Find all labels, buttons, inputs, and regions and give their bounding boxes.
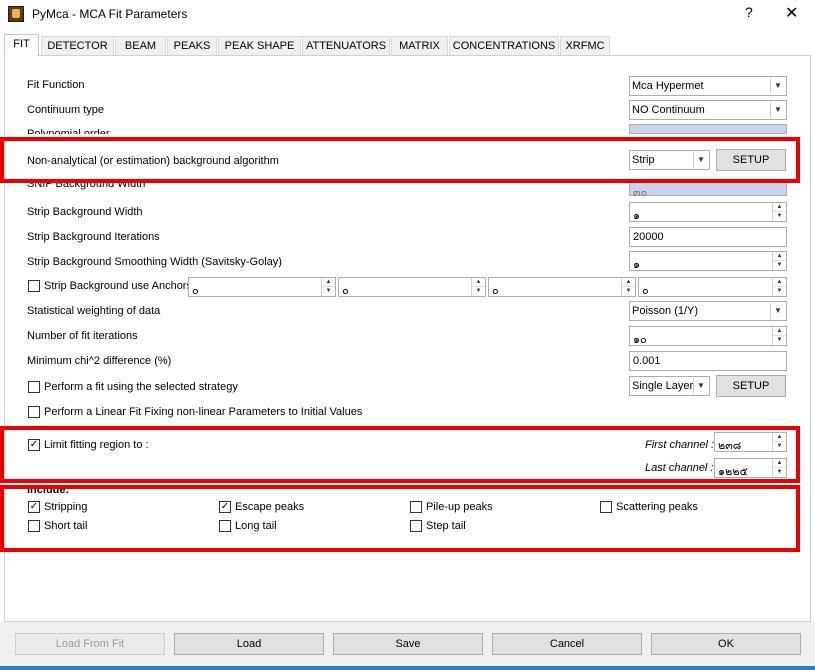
spin-down-icon[interactable]: ▼ bbox=[773, 261, 786, 270]
fit-function-label: Fit Function bbox=[27, 79, 85, 91]
cancel-button[interactable]: Cancel bbox=[492, 633, 642, 655]
button-bar: Load From Fit Load Save Cancel OK bbox=[0, 622, 815, 670]
spin-up-icon[interactable]: ▲ bbox=[773, 252, 786, 261]
strip-iterations-value: 20000 bbox=[633, 231, 664, 243]
strip-width-spinbox[interactable]: ๑ ▲ ▼ bbox=[629, 202, 787, 222]
spin-up-icon[interactable]: ▲ bbox=[773, 327, 786, 336]
pymca-app-icon bbox=[8, 6, 24, 22]
strip-iterations-input[interactable]: 20000 bbox=[629, 227, 787, 247]
spin-down-icon[interactable]: ▼ bbox=[472, 287, 485, 296]
continuum-type-value: NO Continuum bbox=[632, 104, 705, 116]
load-from-fit-button[interactable]: Load From Fit bbox=[15, 633, 165, 655]
highlight-box-limit-region bbox=[0, 426, 800, 483]
window-title: PyMca - MCA Fit Parameters bbox=[32, 7, 188, 21]
strip-iterations-label: Strip Background Iterations bbox=[27, 231, 160, 243]
weighting-combo[interactable]: Poisson (1/Y) ▼ bbox=[629, 301, 787, 321]
spin-down-icon[interactable]: ▼ bbox=[773, 212, 786, 221]
anchor-1-value: ๐ bbox=[192, 285, 199, 297]
chevron-down-icon: ▼ bbox=[770, 102, 785, 118]
tab-matrix[interactable]: MATRIX bbox=[391, 36, 448, 55]
anchor-3-value: ๐ bbox=[492, 285, 499, 297]
anchors-label: Strip Background use Anchors bbox=[44, 280, 192, 292]
strategy-checkbox[interactable] bbox=[28, 381, 40, 393]
spin-down-icon[interactable]: ▼ bbox=[773, 336, 786, 345]
strip-width-label: Strip Background Width bbox=[27, 206, 143, 218]
tab-bar: FIT DETECTOR BEAM PEAKS PEAK SHAPE ATTEN… bbox=[4, 34, 812, 56]
spin-up-icon[interactable]: ▲ bbox=[773, 278, 786, 287]
save-button[interactable]: Save bbox=[333, 633, 483, 655]
close-icon[interactable]: ✕ bbox=[785, 3, 798, 23]
anchor-2-value: ๐ bbox=[342, 285, 349, 297]
spin-up-icon[interactable]: ▲ bbox=[773, 203, 786, 212]
help-icon[interactable]: ? bbox=[745, 4, 753, 20]
anchor-2-spinbox[interactable]: ๐ ▲ ▼ bbox=[338, 277, 486, 297]
spin-down-icon[interactable]: ▼ bbox=[322, 287, 335, 296]
linear-fit-label: Perform a Linear Fit Fixing non-linear P… bbox=[44, 406, 363, 418]
load-button[interactable]: Load bbox=[174, 633, 324, 655]
strategy-label: Perform a fit using the selected strateg… bbox=[44, 381, 238, 393]
snip-width-spinbox: ๓๐ bbox=[629, 182, 787, 199]
anchor-4-value: ๐ bbox=[642, 285, 649, 297]
tab-xrfmc[interactable]: XRFMC bbox=[560, 36, 610, 55]
weighting-value: Poisson (1/Y) bbox=[632, 305, 699, 317]
strip-width-value: ๑ bbox=[633, 210, 640, 222]
strip-smoothing-spinbox[interactable]: ๑ ▲ ▼ bbox=[629, 251, 787, 271]
strategy-setup-button[interactable]: SETUP bbox=[716, 375, 786, 397]
spin-down-icon[interactable]: ▼ bbox=[773, 287, 786, 296]
spin-up-icon[interactable]: ▲ bbox=[472, 278, 485, 287]
tab-peak-shape[interactable]: PEAK SHAPE bbox=[218, 36, 301, 55]
spin-up-icon[interactable]: ▲ bbox=[322, 278, 335, 287]
strip-smoothing-label: Strip Background Smoothing Width (Savits… bbox=[27, 256, 282, 268]
strategy-value: Single Layer bbox=[632, 380, 694, 392]
polynomial-order-spinbox bbox=[629, 124, 787, 134]
tab-concentrations[interactable]: CONCENTRATIONS bbox=[449, 36, 559, 55]
polynomial-order-label: Polynomial order bbox=[27, 128, 110, 134]
highlight-box-include bbox=[0, 485, 800, 552]
snip-width-value: ๓๐ bbox=[633, 187, 648, 199]
ok-button[interactable]: OK bbox=[651, 633, 801, 655]
anchor-3-spinbox[interactable]: ๐ ▲ ▼ bbox=[488, 277, 636, 297]
fit-function-value: Mca Hypermet bbox=[632, 80, 704, 92]
strategy-combo[interactable]: Single Layer ▼ bbox=[629, 376, 710, 396]
fit-iterations-label: Number of fit iterations bbox=[27, 330, 138, 342]
fit-iterations-spinbox[interactable]: ๑๐ ▲ ▼ bbox=[629, 326, 787, 346]
highlight-box-background bbox=[0, 137, 800, 183]
anchor-4-spinbox[interactable]: ๐ ▲ ▼ bbox=[638, 277, 787, 297]
linear-fit-checkbox[interactable] bbox=[28, 406, 40, 418]
chi2-label: Minimum chi^2 difference (%) bbox=[27, 355, 172, 367]
title-bar: PyMca - MCA Fit Parameters ? ✕ bbox=[0, 0, 815, 30]
chevron-down-icon: ▼ bbox=[770, 78, 785, 94]
fit-iterations-value: ๑๐ bbox=[633, 334, 647, 346]
anchors-checkbox[interactable] bbox=[28, 280, 40, 292]
tab-beam[interactable]: BEAM bbox=[115, 36, 166, 55]
strip-smoothing-value: ๑ bbox=[633, 259, 640, 271]
anchor-1-spinbox[interactable]: ๐ ▲ ▼ bbox=[188, 277, 336, 297]
fit-function-combo[interactable]: Mca Hypermet ▼ bbox=[629, 76, 787, 96]
tab-peaks[interactable]: PEAKS bbox=[167, 36, 217, 55]
continuum-type-label: Continuum type bbox=[27, 104, 105, 116]
tab-fit[interactable]: FIT bbox=[4, 34, 39, 56]
chi2-input[interactable]: 0.001 bbox=[629, 351, 787, 371]
chevron-down-icon: ▼ bbox=[770, 303, 785, 319]
tab-detector[interactable]: DETECTOR bbox=[41, 36, 114, 55]
weighting-label: Statistical weighting of data bbox=[27, 305, 161, 317]
chevron-down-icon: ▼ bbox=[693, 378, 708, 394]
chi2-value: 0.001 bbox=[633, 355, 661, 367]
taskbar-edge bbox=[0, 666, 815, 670]
spin-down-icon[interactable]: ▼ bbox=[622, 287, 635, 296]
tab-attenuators[interactable]: ATTENUATORS bbox=[302, 36, 390, 55]
spin-up-icon[interactable]: ▲ bbox=[622, 278, 635, 287]
continuum-type-combo[interactable]: NO Continuum ▼ bbox=[629, 100, 787, 120]
